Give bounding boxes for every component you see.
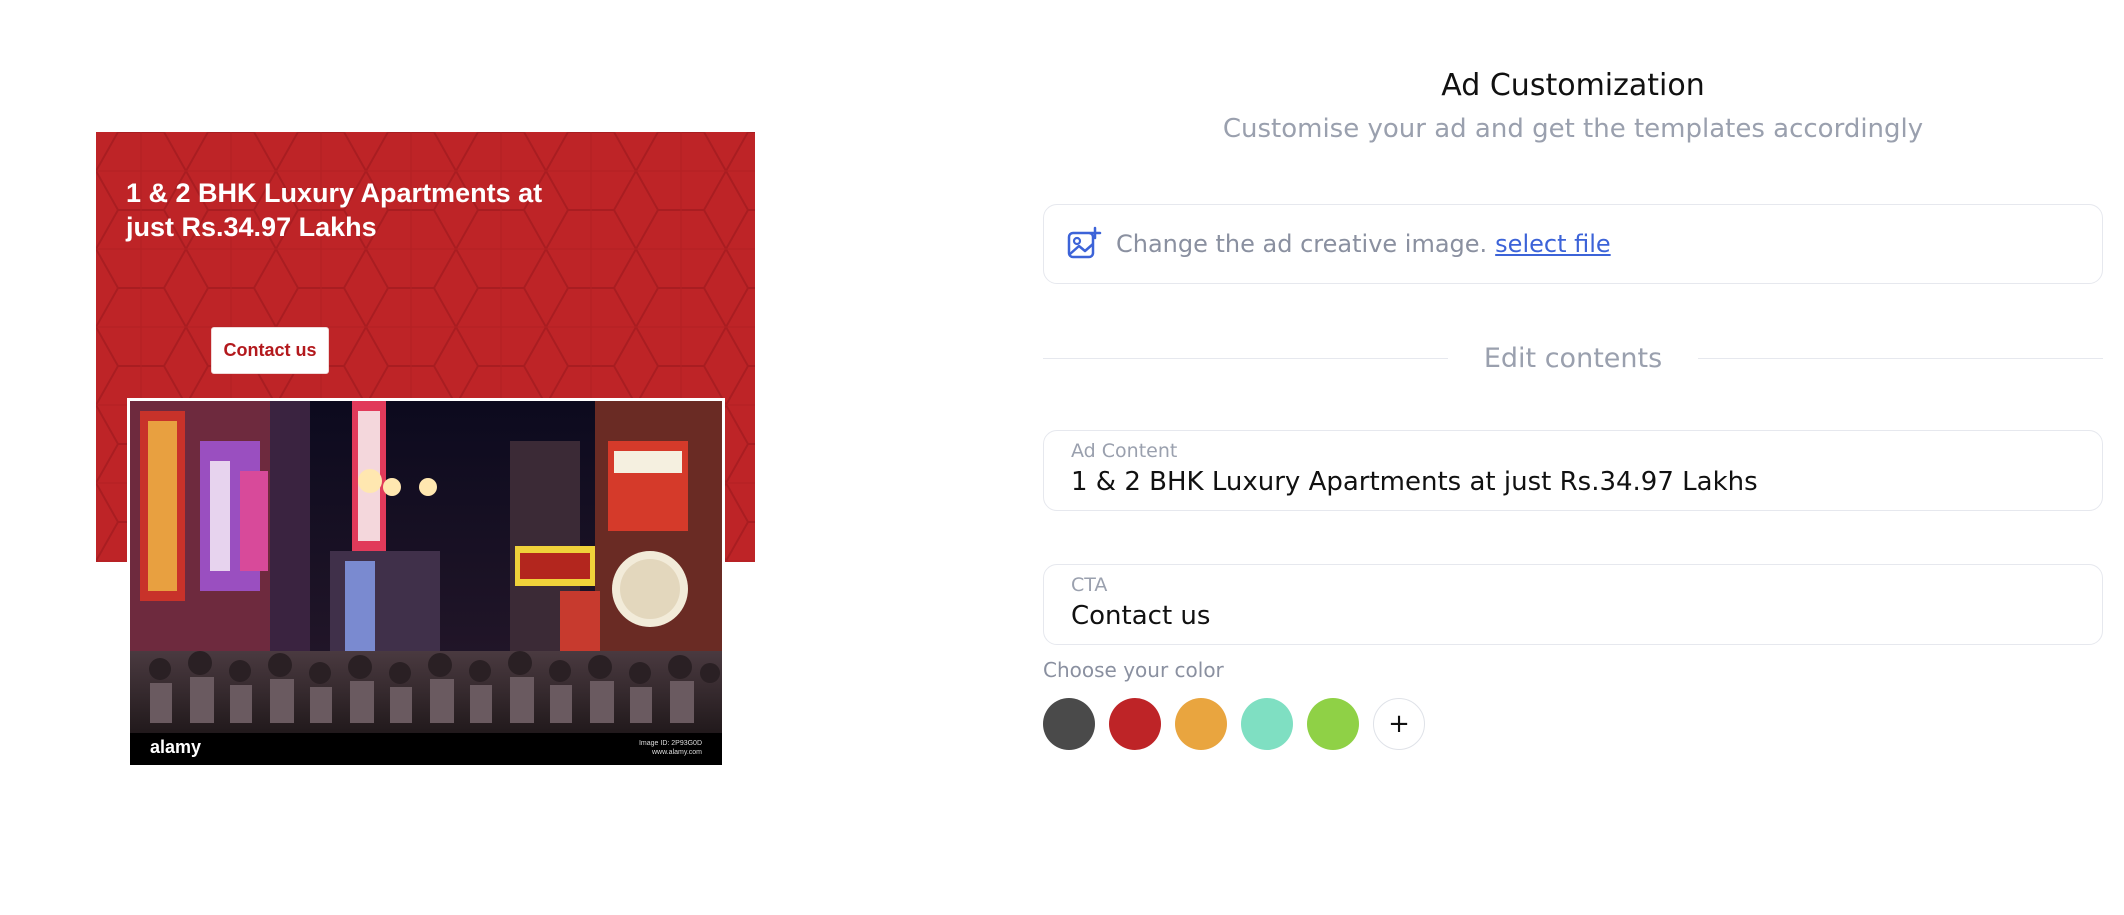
color-swatch-dark-gray[interactable] <box>1043 698 1095 750</box>
cta-field[interactable]: CTA Contact us <box>1043 564 2103 645</box>
ad-creative-image: alamy Image ID: 2P93G0D www.alamy.com <box>127 398 725 768</box>
add-color-button[interactable]: + <box>1373 698 1425 750</box>
page-subtitle: Customise your ad and get the templates … <box>1222 114 1924 144</box>
divider-line-right <box>1698 357 2103 359</box>
ad-cta-button[interactable]: Contact us <box>211 327 329 374</box>
street-photo-illustration <box>130 401 722 765</box>
color-swatch-orange[interactable] <box>1175 698 1227 750</box>
ad-content-value[interactable]: 1 & 2 BHK Luxury Apartments at just Rs.3… <box>1071 467 1758 497</box>
ad-content-label: Ad Content <box>1071 440 1178 462</box>
color-swatches: + <box>1043 698 1425 750</box>
photo-credit-id: Image ID: 2P93G0D <box>638 740 702 747</box>
color-picker-label: Choose your color <box>1043 658 1224 682</box>
image-upload-box[interactable]: Change the ad creative image. select fil… <box>1043 204 2103 284</box>
cta-label: CTA <box>1071 574 1108 596</box>
page-title: Ad Customization <box>1441 68 1705 103</box>
section-label: Edit contents <box>1483 342 1663 374</box>
ad-content-field[interactable]: Ad Content 1 & 2 BHK Luxury Apartments a… <box>1043 430 2103 511</box>
color-swatch-green[interactable] <box>1307 698 1359 750</box>
photo-credit-url: www.alamy.com <box>651 749 702 756</box>
photo-credit: Image ID: 2P93G0D www.alamy.com <box>639 739 702 757</box>
select-file-link[interactable]: select file <box>1495 230 1611 258</box>
cta-value[interactable]: Contact us <box>1071 601 1210 631</box>
edit-contents-divider: Edit contents <box>1043 340 2103 376</box>
color-swatch-mint[interactable] <box>1241 698 1293 750</box>
divider-line-left <box>1043 357 1448 359</box>
image-add-icon <box>1067 226 1102 259</box>
photo-watermark-brand: alamy <box>150 737 202 757</box>
ad-headline: 1 & 2 BHK Luxury Apartments at just Rs.3… <box>126 178 543 242</box>
upload-instruction: Change the ad creative image. <box>1116 230 1488 258</box>
color-swatch-red[interactable] <box>1109 698 1161 750</box>
